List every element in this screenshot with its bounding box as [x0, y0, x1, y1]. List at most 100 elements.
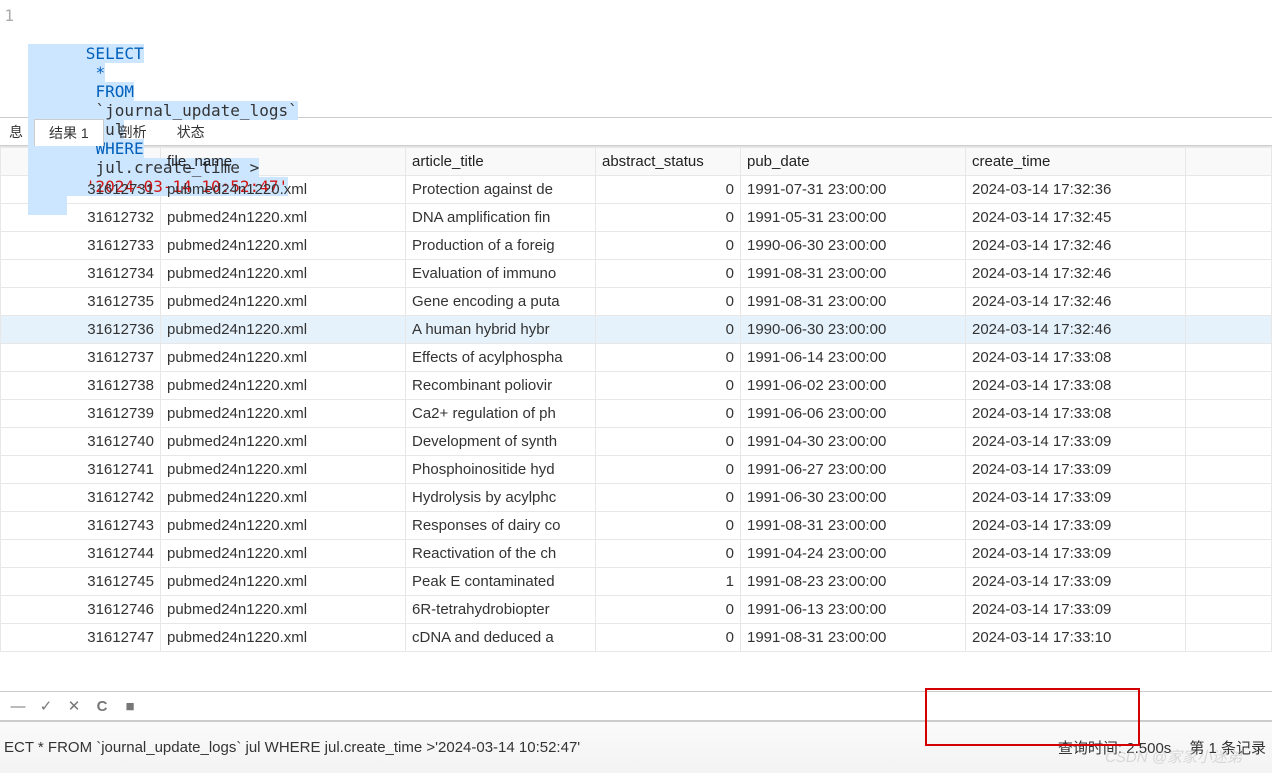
cell-id[interactable]: 31612745: [1, 568, 161, 596]
cell-abs[interactable]: 0: [596, 232, 741, 260]
cell-title[interactable]: Ca2+ regulation of ph: [406, 400, 596, 428]
cell-file[interactable]: pubmed24n1220.xml: [161, 484, 406, 512]
cell-abs[interactable]: 0: [596, 400, 741, 428]
cell-id[interactable]: 31612742: [1, 484, 161, 512]
table-row[interactable]: 31612734pubmed24n1220.xmlEvaluation of i…: [1, 260, 1272, 288]
cell-abs[interactable]: 0: [596, 316, 741, 344]
minus-icon[interactable]: —: [10, 698, 26, 714]
cell-id[interactable]: 31612735: [1, 288, 161, 316]
cell-id[interactable]: 31612734: [1, 260, 161, 288]
cell-pub[interactable]: 1991-08-23 23:00:00: [741, 568, 966, 596]
cell-abs[interactable]: 0: [596, 512, 741, 540]
cell-id[interactable]: 31612732: [1, 204, 161, 232]
cell-title[interactable]: Hydrolysis by acylphc: [406, 484, 596, 512]
cell-title[interactable]: Peak E contaminated: [406, 568, 596, 596]
cell-pub[interactable]: 1991-06-14 23:00:00: [741, 344, 966, 372]
table-row[interactable]: 31612732pubmed24n1220.xmlDNA amplificati…: [1, 204, 1272, 232]
table-row[interactable]: 31612747pubmed24n1220.xmlcDNA and deduce…: [1, 624, 1272, 652]
cell-id[interactable]: 31612743: [1, 512, 161, 540]
cell-pub[interactable]: 1991-06-13 23:00:00: [741, 596, 966, 624]
cell-pub[interactable]: 1991-07-31 23:00:00: [741, 176, 966, 204]
col-header-create-time[interactable]: create_time: [966, 148, 1186, 176]
cell-ct[interactable]: 2024-03-14 17:33:09: [966, 540, 1186, 568]
cross-icon[interactable]: ✕: [66, 698, 82, 714]
cell-pub[interactable]: 1991-08-31 23:00:00: [741, 624, 966, 652]
cell-title[interactable]: Evaluation of immuno: [406, 260, 596, 288]
cell-abs[interactable]: 0: [596, 288, 741, 316]
table-row[interactable]: 31612743pubmed24n1220.xmlResponses of da…: [1, 512, 1272, 540]
cell-ct[interactable]: 2024-03-14 17:33:09: [966, 512, 1186, 540]
cell-id[interactable]: 31612737: [1, 344, 161, 372]
cell-ct[interactable]: 2024-03-14 17:33:08: [966, 372, 1186, 400]
cell-title[interactable]: Production of a foreig: [406, 232, 596, 260]
cell-id[interactable]: 31612741: [1, 456, 161, 484]
cell-pub[interactable]: 1990-06-30 23:00:00: [741, 232, 966, 260]
cell-pub[interactable]: 1991-04-30 23:00:00: [741, 428, 966, 456]
tab-profile[interactable]: 剖析: [104, 118, 162, 145]
cell-ct[interactable]: 2024-03-14 17:33:10: [966, 624, 1186, 652]
cell-pub[interactable]: 1990-06-30 23:00:00: [741, 316, 966, 344]
cell-file[interactable]: pubmed24n1220.xml: [161, 540, 406, 568]
cell-file[interactable]: pubmed24n1220.xml: [161, 596, 406, 624]
cell-abs[interactable]: 0: [596, 540, 741, 568]
cell-id[interactable]: 31612733: [1, 232, 161, 260]
cell-id[interactable]: 31612740: [1, 428, 161, 456]
table-row[interactable]: 31612744pubmed24n1220.xmlReactivation of…: [1, 540, 1272, 568]
cell-file[interactable]: pubmed24n1220.xml: [161, 288, 406, 316]
result-grid-wrapper[interactable]: file_name article_title abstract_status …: [0, 146, 1272, 691]
cell-abs[interactable]: 0: [596, 260, 741, 288]
cell-id[interactable]: 31612747: [1, 624, 161, 652]
table-row[interactable]: 31612741pubmed24n1220.xmlPhosphoinositid…: [1, 456, 1272, 484]
table-row[interactable]: 31612745pubmed24n1220.xmlPeak E contamin…: [1, 568, 1272, 596]
cell-ct[interactable]: 2024-03-14 17:33:09: [966, 596, 1186, 624]
cell-file[interactable]: pubmed24n1220.xml: [161, 232, 406, 260]
refresh-icon[interactable]: C: [94, 698, 110, 714]
cell-abs[interactable]: 0: [596, 596, 741, 624]
cell-title[interactable]: Responses of dairy co: [406, 512, 596, 540]
cell-abs[interactable]: 1: [596, 568, 741, 596]
cell-ct[interactable]: 2024-03-14 17:33:09: [966, 568, 1186, 596]
col-header-pub-date[interactable]: pub_date: [741, 148, 966, 176]
cell-ct[interactable]: 2024-03-14 17:33:09: [966, 428, 1186, 456]
cell-file[interactable]: pubmed24n1220.xml: [161, 400, 406, 428]
cell-pub[interactable]: 1991-06-30 23:00:00: [741, 484, 966, 512]
cell-title[interactable]: Phosphoinositide hyd: [406, 456, 596, 484]
cell-title[interactable]: Protection against de: [406, 176, 596, 204]
cell-ct[interactable]: 2024-03-14 17:33:09: [966, 456, 1186, 484]
cell-id[interactable]: 31612739: [1, 400, 161, 428]
table-row[interactable]: 31612737pubmed24n1220.xmlEffects of acyl…: [1, 344, 1272, 372]
cell-abs[interactable]: 0: [596, 428, 741, 456]
tab-info-partial[interactable]: 息: [2, 118, 34, 145]
table-row[interactable]: 31612736pubmed24n1220.xmlA human hybrid …: [1, 316, 1272, 344]
cell-file[interactable]: pubmed24n1220.xml: [161, 204, 406, 232]
cell-file[interactable]: pubmed24n1220.xml: [161, 624, 406, 652]
cell-id[interactable]: 31612744: [1, 540, 161, 568]
cell-abs[interactable]: 0: [596, 624, 741, 652]
cell-ct[interactable]: 2024-03-14 17:32:46: [966, 232, 1186, 260]
col-header-article-title[interactable]: article_title: [406, 148, 596, 176]
cell-file[interactable]: pubmed24n1220.xml: [161, 512, 406, 540]
cell-title[interactable]: Recombinant poliovir: [406, 372, 596, 400]
cell-abs[interactable]: 0: [596, 344, 741, 372]
cell-file[interactable]: pubmed24n1220.xml: [161, 316, 406, 344]
cell-ct[interactable]: 2024-03-14 17:32:36: [966, 176, 1186, 204]
cell-pub[interactable]: 1991-08-31 23:00:00: [741, 260, 966, 288]
cell-title[interactable]: Reactivation of the ch: [406, 540, 596, 568]
cell-ct[interactable]: 2024-03-14 17:32:46: [966, 288, 1186, 316]
cell-ct[interactable]: 2024-03-14 17:33:09: [966, 484, 1186, 512]
stop-icon[interactable]: ■: [122, 698, 138, 714]
cell-pub[interactable]: 1991-06-06 23:00:00: [741, 400, 966, 428]
cell-ct[interactable]: 2024-03-14 17:33:08: [966, 400, 1186, 428]
table-row[interactable]: 31612735pubmed24n1220.xmlGene encoding a…: [1, 288, 1272, 316]
table-row[interactable]: 31612740pubmed24n1220.xmlDevelopment of …: [1, 428, 1272, 456]
table-row[interactable]: 31612742pubmed24n1220.xmlHydrolysis by a…: [1, 484, 1272, 512]
cell-ct[interactable]: 2024-03-14 17:32:45: [966, 204, 1186, 232]
cell-abs[interactable]: 0: [596, 484, 741, 512]
cell-pub[interactable]: 1991-04-24 23:00:00: [741, 540, 966, 568]
cell-file[interactable]: pubmed24n1220.xml: [161, 372, 406, 400]
cell-title[interactable]: Development of synth: [406, 428, 596, 456]
cell-pub[interactable]: 1991-08-31 23:00:00: [741, 512, 966, 540]
cell-file[interactable]: pubmed24n1220.xml: [161, 344, 406, 372]
sql-editor[interactable]: 1 SELECT * FROM `journal_update_logs` ju…: [0, 0, 1272, 118]
cell-file[interactable]: pubmed24n1220.xml: [161, 260, 406, 288]
